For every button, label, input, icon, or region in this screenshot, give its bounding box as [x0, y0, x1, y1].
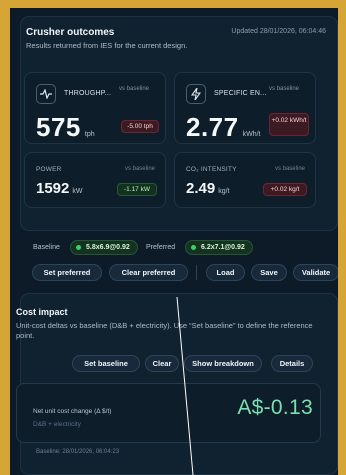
show-breakdown-button[interactable]: Show breakdown: [184, 355, 262, 372]
throughput-value-line: 575 tph: [36, 112, 95, 143]
validate-button[interactable]: Validate: [293, 264, 338, 281]
set-preferred-button[interactable]: Set preferred: [32, 264, 102, 281]
updated-timestamp: Updated 28/01/2026, 06:04:46: [231, 28, 326, 35]
preferred-chip-value: 6.2x7.1@0.92: [201, 244, 245, 251]
details-button[interactable]: Details: [271, 355, 313, 372]
save-button[interactable]: Save: [251, 264, 287, 281]
baseline-label: Baseline: [33, 244, 60, 251]
net-cost-sublabel: D&B + electricity: [33, 421, 81, 428]
power-delta-badge: -1.17 kW: [117, 183, 157, 196]
specific-energy-delta-badge: +0.02 kWh/t: [269, 113, 309, 136]
power-label: POWER: [36, 166, 62, 173]
throughput-value: 575: [36, 112, 81, 142]
preferred-label: Preferred: [146, 244, 176, 251]
load-button[interactable]: Load: [206, 264, 245, 281]
co2-value-line: 2.49 kg/t: [186, 180, 230, 197]
baseline-chip-value: 5.8x6.9@0.92: [86, 244, 130, 251]
set-baseline-button[interactable]: Set baseline: [72, 355, 140, 372]
throughput-label: THROUGHP...: [64, 90, 112, 97]
lightning-icon: [186, 84, 206, 104]
baseline-chip[interactable]: 5.8x6.9@0.92: [70, 240, 138, 255]
co2-metric-card[interactable]: CO₂ INTENSITY vs baseline 2.49 kg/t +0.02…: [174, 152, 316, 208]
co2-value: 2.49: [186, 180, 216, 197]
throughput-unit: tph: [84, 131, 95, 138]
co2-unit: kg/t: [218, 188, 230, 195]
power-unit: kW: [72, 188, 83, 195]
preferred-chip[interactable]: 6.2x7.1@0.92: [185, 240, 253, 255]
specific-energy-metric-card[interactable]: SPECIFIC EN... vs baseline 2.77 kWh/t +0.…: [174, 72, 316, 144]
power-vs-baseline: vs baseline: [124, 166, 155, 172]
cost-impact-description: Unit-cost deltas vs baseline (D&B + elec…: [16, 321, 313, 340]
baseline-preferred-row: Baseline 5.8x6.9@0.92 Preferred 6.2x7.1@…: [20, 238, 338, 282]
power-value: 1592: [36, 180, 70, 197]
window-frame-left: [0, 0, 10, 475]
power-value-line: 1592 kW: [36, 180, 82, 197]
clear-button[interactable]: Clear: [145, 355, 179, 372]
status-dot-icon: [191, 245, 196, 250]
specific-energy-label: SPECIFIC EN...: [214, 90, 267, 97]
net-cost-value: A$-0.13: [237, 396, 313, 419]
throughput-delta-badge: -5.00 tph: [121, 120, 159, 133]
throughput-metric-card[interactable]: THROUGHP... vs baseline 575 tph -5.00 tph: [24, 72, 166, 144]
cost-impact-title: Cost impact: [16, 307, 68, 317]
window-frame-top: [0, 0, 346, 8]
window-frame-right: [338, 0, 346, 475]
power-metric-card[interactable]: POWER vs baseline 1592 kW -1.17 kW: [24, 152, 166, 208]
co2-delta-badge: +0.02 kg/t: [263, 183, 307, 196]
activity-icon: [36, 84, 56, 104]
status-dot-icon: [76, 245, 81, 250]
clear-preferred-button[interactable]: Clear preferred: [109, 264, 188, 281]
net-cost-label: Net unit cost change (Δ $/t): [33, 408, 112, 415]
outcomes-subtitle: Results returned from IES for the curren…: [26, 41, 188, 50]
specific-energy-unit: kWh/t: [242, 131, 261, 138]
specific-energy-value: 2.77: [186, 112, 239, 142]
co2-label: CO₂ INTENSITY: [186, 166, 237, 173]
co2-vs-baseline: vs baseline: [274, 166, 305, 172]
baseline-timestamp: Baseline: 28/01/2026, 06:04:23: [36, 449, 120, 455]
specific-energy-value-line: 2.77 kWh/t: [186, 112, 261, 143]
divider: [196, 265, 197, 280]
specific-energy-vs-baseline: vs baseline: [269, 86, 300, 92]
outcomes-title: Crusher outcomes: [26, 27, 115, 38]
throughput-vs-baseline: vs baseline: [119, 86, 150, 92]
